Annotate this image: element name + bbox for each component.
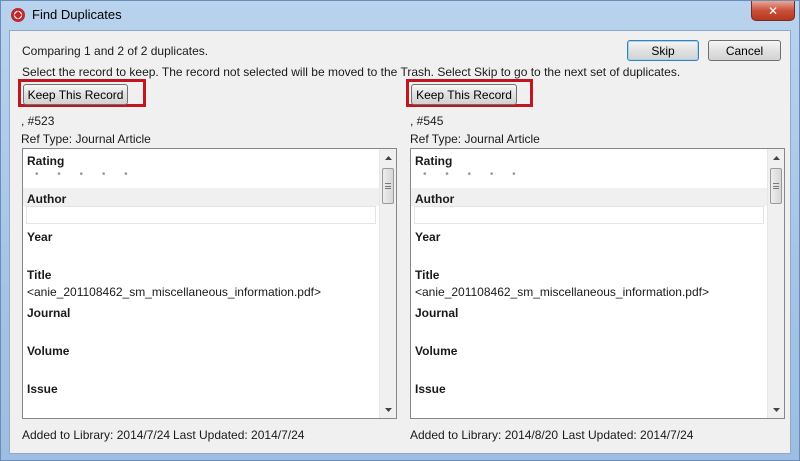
scroll-up-arrow-icon[interactable]	[380, 149, 396, 166]
endnote-app-icon	[10, 7, 26, 23]
record-id-right: , #545	[410, 114, 444, 128]
ref-type-left: Ref Type: Journal Article	[21, 132, 151, 146]
scroll-thumb[interactable]	[382, 168, 394, 204]
scroll-thumb[interactable]	[770, 168, 782, 204]
volume-label: Volume	[27, 344, 70, 358]
updated-date-left: Last Updated: 2014/7/24	[173, 428, 305, 442]
title-value[interactable]: <anie_201108462_sm_miscellaneous_informa…	[27, 285, 321, 299]
title-bar: Find Duplicates ✕	[1, 1, 799, 29]
year-label: Year	[27, 230, 53, 244]
record-panel-right[interactable]: Rating • • • • • Author Year Title <anie…	[410, 148, 785, 419]
rating-label: Rating	[27, 154, 65, 168]
find-duplicates-window: Find Duplicates ✕ Comparing 1 and 2 of 2…	[0, 0, 800, 461]
rating-stars[interactable]: • • • • •	[423, 169, 524, 180]
close-window-button[interactable]: ✕	[751, 1, 795, 21]
dialog-content: Comparing 1 and 2 of 2 duplicates. Selec…	[9, 30, 791, 454]
panel-scrollbar-left[interactable]	[379, 149, 396, 418]
record-id-left: , #523	[21, 114, 55, 128]
title-label: Title	[27, 268, 52, 282]
updated-date-right: Last Updated: 2014/7/24	[562, 428, 694, 442]
volume-label: Volume	[415, 344, 458, 358]
rating-label: Rating	[415, 154, 453, 168]
close-icon: ✕	[767, 3, 779, 18]
author-label: Author	[415, 192, 455, 206]
added-date-right: Added to Library: 2014/8/20	[410, 428, 559, 442]
panel-scrollbar-right[interactable]	[767, 149, 784, 418]
author-field[interactable]	[414, 206, 764, 224]
ref-type-right: Ref Type: Journal Article	[410, 132, 540, 146]
window-title: Find Duplicates	[32, 7, 122, 22]
keep-this-record-button-right[interactable]: Keep This Record	[411, 84, 517, 105]
title-value[interactable]: <anie_201108462_sm_miscellaneous_informa…	[415, 285, 709, 299]
scroll-up-arrow-icon[interactable]	[768, 149, 784, 166]
record-panel-left[interactable]: Rating • • • • • Author Year Title <anie…	[22, 148, 397, 419]
rating-stars[interactable]: • • • • •	[35, 169, 136, 180]
author-row	[411, 188, 767, 206]
journal-label: Journal	[27, 306, 71, 320]
author-field[interactable]	[26, 206, 376, 224]
author-label: Author	[27, 192, 67, 206]
instructions-text: Select the record to keep. The record no…	[22, 65, 681, 79]
issue-label: Issue	[415, 382, 446, 396]
keep-this-record-button-left[interactable]: Keep This Record	[23, 84, 128, 105]
title-label: Title	[415, 268, 440, 282]
scroll-down-arrow-icon[interactable]	[380, 401, 396, 418]
skip-button[interactable]: Skip	[627, 40, 699, 61]
author-row	[23, 188, 379, 206]
issue-label: Issue	[27, 382, 58, 396]
scroll-down-arrow-icon[interactable]	[768, 401, 784, 418]
journal-label: Journal	[415, 306, 459, 320]
year-label: Year	[415, 230, 441, 244]
added-date-left: Added to Library: 2014/7/24	[22, 428, 171, 442]
comparing-status-text: Comparing 1 and 2 of 2 duplicates.	[22, 44, 209, 58]
cancel-button[interactable]: Cancel	[708, 40, 781, 61]
